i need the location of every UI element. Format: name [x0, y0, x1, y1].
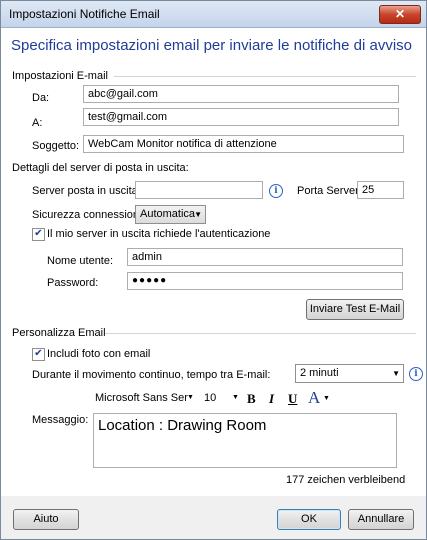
include-photo-checkbox[interactable]: ✔	[32, 348, 45, 361]
dialog-body: Specifica impostazioni email per inviare…	[1, 28, 426, 496]
password-field[interactable]: ●●●●●	[127, 272, 403, 290]
include-photo-label: Includi foto con email	[47, 348, 151, 360]
server-field[interactable]	[135, 181, 263, 199]
personalize-group-label: Personalizza Email	[12, 327, 106, 339]
security-label: Sicurezza connessione:	[32, 209, 149, 221]
to-field[interactable]: test@gmail.com	[83, 108, 399, 126]
interval-label: Durante il movimento continuo, tempo tra…	[32, 369, 271, 381]
font-size-dropdown[interactable]: 10	[204, 392, 216, 404]
server-label: Server posta in uscita:	[32, 185, 141, 197]
security-value: Automatica	[140, 208, 196, 220]
page-title: Specifica impostazioni email per inviare…	[11, 37, 413, 54]
chevron-down-icon: ▼	[194, 210, 202, 219]
server-group-label: Dettagli del server di posta in uscita:	[12, 162, 189, 174]
interval-dropdown[interactable]: 2 minuti ▼	[295, 364, 404, 383]
chevron-down-icon[interactable]: ▼	[323, 395, 330, 402]
message-label: Messaggio:	[32, 414, 89, 426]
bold-button[interactable]: B	[247, 391, 256, 407]
underline-button[interactable]: U	[288, 391, 297, 407]
email-settings-group-label: Impostazioni E-mail	[12, 70, 108, 82]
server-info-icon[interactable]: i	[269, 184, 283, 198]
interval-value: 2 minuti	[300, 367, 339, 379]
italic-button[interactable]: I	[269, 391, 274, 407]
dialog-footer: Aiuto OK Annullare	[1, 496, 426, 539]
help-button[interactable]: Aiuto	[13, 509, 79, 530]
font-color-button[interactable]: A	[308, 388, 320, 408]
font-name-dropdown[interactable]: Microsoft Sans Ser	[95, 392, 188, 404]
ok-button[interactable]: OK	[277, 509, 341, 530]
auth-checkbox[interactable]: ✔	[32, 228, 45, 241]
password-label: Password:	[47, 277, 99, 289]
group-divider	[105, 333, 416, 334]
cancel-button[interactable]: Annullare	[348, 509, 414, 530]
send-test-email-button[interactable]: Inviare Test E-Mail	[306, 299, 404, 320]
from-label: Da:	[32, 92, 50, 104]
group-divider	[114, 76, 416, 77]
chevron-down-icon[interactable]: ▼	[187, 394, 194, 401]
message-textarea[interactable]: Location : Drawing Room	[93, 413, 397, 468]
interval-info-icon[interactable]: i	[409, 367, 423, 381]
subject-field[interactable]: WebCam Monitor notifica di attenzione	[83, 135, 404, 153]
window-title: Impostazioni Notifiche Email	[9, 7, 160, 21]
remaining-characters: 177 zeichen verbleibend	[286, 474, 406, 486]
title-bar: Impostazioni Notifiche Email ✕	[1, 1, 426, 28]
port-field[interactable]: 25	[357, 181, 404, 199]
to-label: A:	[32, 117, 43, 129]
security-dropdown[interactable]: Automatica ▼	[135, 205, 206, 224]
subject-label: Soggetto:	[32, 140, 80, 152]
port-label: Porta Server:	[297, 185, 362, 197]
close-button[interactable]: ✕	[379, 5, 421, 24]
chevron-down-icon[interactable]: ▼	[232, 394, 239, 401]
username-label: Nome utente:	[47, 255, 114, 267]
from-field[interactable]: abc@gail.com	[83, 85, 399, 103]
chevron-down-icon: ▼	[392, 369, 400, 378]
settings-dialog: Impostazioni Notifiche Email ✕ Specifica…	[0, 0, 427, 540]
username-field[interactable]: admin	[127, 248, 403, 266]
auth-label: Il mio server in uscita richiede l'auten…	[47, 228, 271, 240]
